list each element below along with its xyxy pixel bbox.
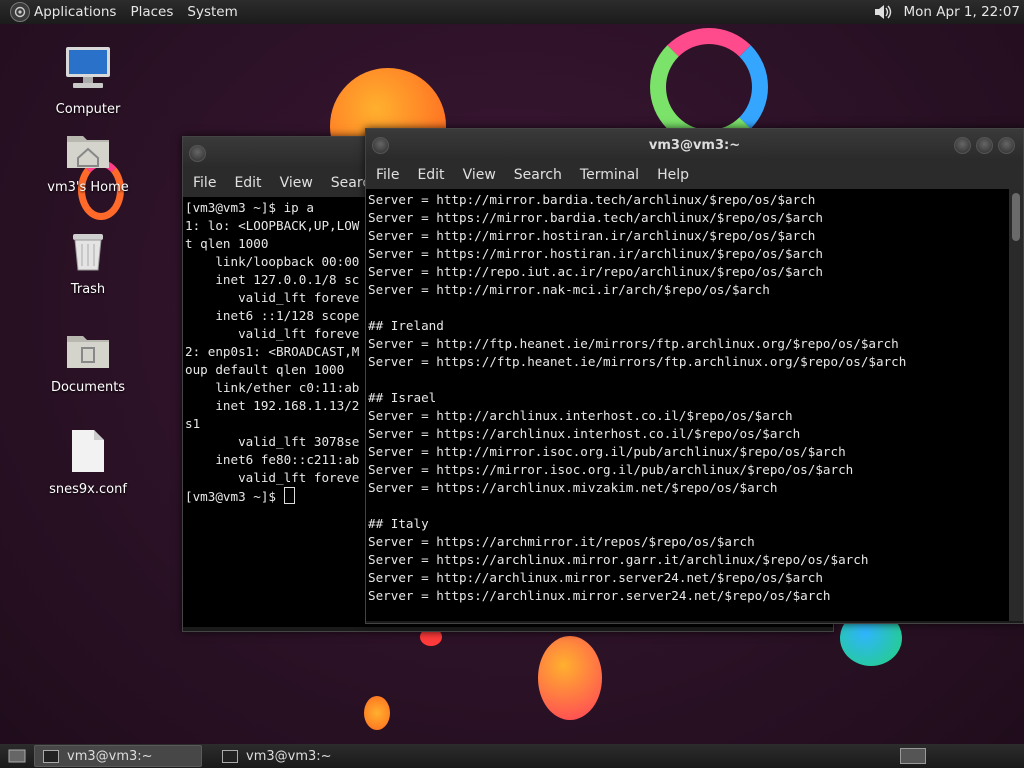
menu-file[interactable]: File	[193, 175, 216, 191]
taskbar-item-label: vm3@vm3:~	[246, 748, 332, 764]
trash-icon	[33, 226, 143, 278]
maximize-button[interactable]	[976, 137, 993, 154]
desktop-icon-label: vm3's Home	[47, 180, 129, 195]
terminal-prompt: [vm3@vm3 ~]$	[185, 489, 284, 504]
terminal-line: Server = http://mirror.nak-mci.ir/arch/$…	[368, 282, 770, 297]
terminal-line: Server = https://ftp.heanet.ie/mirrors/f…	[368, 354, 907, 369]
window-title: vm3@vm3:~	[648, 137, 741, 153]
window-menu-button[interactable]	[372, 137, 389, 154]
desktop-icon-label: Computer	[55, 102, 121, 117]
terminal-line: Server = https://mirror.isoc.org.il/pub/…	[368, 462, 854, 477]
computer-icon	[33, 44, 143, 98]
terminal-line: Server = https://archmirror.it/repos/$re…	[368, 534, 755, 549]
top-panel: Applications Places System Mon Apr 1, 22…	[0, 0, 1024, 24]
terminal-line: Server = https://mirror.hostiran.ir/arch…	[368, 246, 823, 261]
terminal-line: ## Ireland	[368, 318, 444, 333]
terminal-line: ## Israel	[368, 390, 437, 405]
window-menu-button[interactable]	[189, 145, 206, 162]
close-button[interactable]	[998, 137, 1015, 154]
desktop-icon-computer[interactable]: Computer	[33, 44, 143, 117]
terminal-line: Server = https://archlinux.mivzakim.net/…	[368, 480, 778, 495]
terminal-line: Server = http://mirror.bardia.tech/archl…	[368, 192, 816, 207]
clock[interactable]: Mon Apr 1, 22:07	[904, 4, 1020, 20]
taskbar-item-back-terminal[interactable]: vm3@vm3:~	[214, 746, 340, 766]
terminal-line: ## Italy	[368, 516, 429, 531]
volume-icon[interactable]	[872, 3, 894, 21]
scrollbar-thumb[interactable]	[1012, 193, 1020, 241]
terminal-line: Server = http://mirror.hostiran.ir/archl…	[368, 228, 816, 243]
terminal-scrollbar[interactable]	[1009, 189, 1023, 621]
terminal-line: Server = http://repo.iut.ac.ir/repo/arch…	[368, 264, 823, 279]
menu-view[interactable]: View	[280, 175, 313, 191]
menu-file[interactable]: File	[376, 167, 399, 183]
places-menu[interactable]: Places	[130, 4, 173, 20]
terminal-line: Server = http://archlinux.interhost.co.i…	[368, 408, 793, 423]
terminal-line: Server = https://archlinux.interhost.co.…	[368, 426, 801, 441]
front-window-titlebar[interactable]: vm3@vm3:~	[366, 129, 1023, 161]
menu-search[interactable]: Search	[514, 167, 562, 183]
desktop-icon-home[interactable]: vm3's Home	[33, 128, 143, 195]
front-terminal-output[interactable]: Server = http://mirror.bardia.tech/archl…	[366, 189, 1009, 621]
front-window-menubar: File Edit View Search Terminal Help	[366, 161, 1023, 189]
desktop-icon-label: snes9x.conf	[49, 482, 127, 497]
system-menu[interactable]: System	[187, 4, 237, 20]
wallpaper-blob-small	[364, 696, 390, 730]
front-terminal-body: Server = http://mirror.bardia.tech/archl…	[366, 189, 1023, 621]
applications-menu[interactable]: Applications	[34, 4, 116, 20]
terminal-line: Server = https://archlinux.mirror.server…	[368, 588, 831, 603]
menu-view[interactable]: View	[463, 167, 496, 183]
front-terminal-window[interactable]: vm3@vm3:~ File Edit View Search Terminal…	[365, 128, 1024, 624]
text-file-icon	[33, 428, 143, 478]
workspace-switcher[interactable]	[900, 748, 926, 764]
terminal-line: Server = http://ftp.heanet.ie/mirrors/ft…	[368, 336, 899, 351]
menu-help[interactable]: Help	[657, 167, 689, 183]
terminal-line: Server = http://mirror.isoc.org.il/pub/a…	[368, 444, 846, 459]
taskbar-item-label: vm3@vm3:~	[67, 748, 153, 764]
terminal-icon	[43, 749, 59, 763]
desktop-icon-label: Documents	[50, 380, 126, 395]
distro-logo-icon[interactable]	[10, 2, 30, 22]
terminal-line: Server = https://archlinux.mirror.garr.i…	[368, 552, 869, 567]
minimize-button[interactable]	[954, 137, 971, 154]
desktop-icon-documents[interactable]: Documents	[33, 328, 143, 395]
menu-edit[interactable]: Edit	[234, 175, 261, 191]
text-cursor	[283, 487, 295, 504]
bottom-taskbar: vm3@vm3:~ vm3@vm3:~	[0, 744, 1024, 768]
desktop-icon-snes9x-conf[interactable]: snes9x.conf	[33, 428, 143, 497]
terminal-icon	[222, 749, 238, 763]
desktop-icon-trash[interactable]: Trash	[33, 226, 143, 297]
desktop-icon-label: Trash	[70, 282, 106, 297]
documents-folder-icon	[33, 328, 143, 376]
wallpaper-blob-bottom	[538, 636, 602, 720]
menu-edit[interactable]: Edit	[417, 167, 444, 183]
show-desktop-icon[interactable]	[4, 746, 30, 766]
taskbar-item-front-terminal[interactable]: vm3@vm3:~	[34, 745, 202, 767]
home-folder-icon	[33, 128, 143, 176]
menu-terminal[interactable]: Terminal	[580, 167, 639, 183]
terminal-line: Server = http://archlinux.mirror.server2…	[368, 570, 823, 585]
terminal-line: Server = https://mirror.bardia.tech/arch…	[368, 210, 823, 225]
